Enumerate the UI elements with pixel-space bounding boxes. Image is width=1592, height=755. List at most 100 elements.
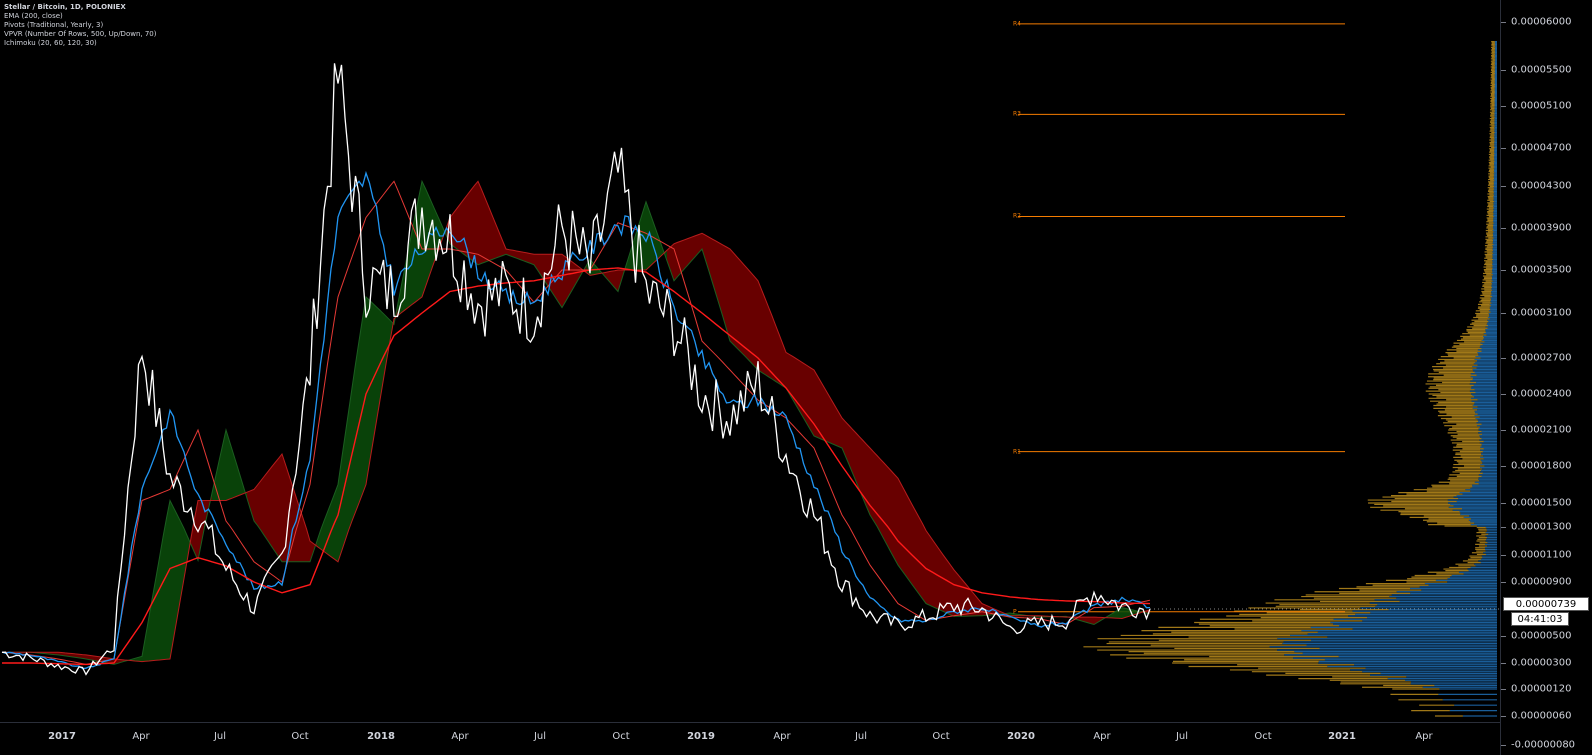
ichimoku-cloud-segment	[163, 518, 167, 660]
price-tick-label: 0.00005100	[1511, 100, 1572, 112]
ichimoku-cloud-segment	[733, 252, 737, 349]
ichimoku-cloud-segment	[481, 189, 485, 264]
time-tick-label: Oct	[932, 731, 950, 742]
pivot-label: R4	[1013, 20, 1021, 28]
ichimoku-cloud-segment	[768, 306, 772, 379]
ichimoku-cloud-segment	[922, 523, 926, 604]
ichimoku-cloud-segment	[681, 239, 685, 273]
time-axis[interactable]: 2017 Apr Jul Oct 2018 Apr Jul Oct 2019 Apr Jul Oct 2…	[0, 722, 1500, 755]
pivot-label: P	[1013, 608, 1017, 616]
ichimoku-cloud-segment	[884, 463, 888, 546]
ichimoku-cloud-segment	[887, 466, 891, 553]
ichimoku-cloud-segment	[807, 365, 811, 430]
ichimoku-cloud-segment	[856, 433, 860, 490]
ichimoku-cloud-segment	[723, 245, 727, 330]
price-plot[interactable]	[0, 0, 1500, 722]
chart-pane[interactable]: Stellar / Bitcoin, 1D, POLONIEX EMA (200…	[0, 0, 1500, 722]
ichimoku-cloud-segment	[831, 400, 835, 445]
ichimoku-cloud-segment	[901, 484, 905, 575]
ichimoku-cloud-segment	[905, 491, 909, 580]
price-tick	[1501, 358, 1506, 359]
ichimoku-cloud-segment	[747, 268, 751, 363]
price-tick-label: 0.00001500	[1511, 497, 1572, 509]
price-tick	[1501, 430, 1506, 431]
price-tick-label: 0.00001800	[1511, 460, 1572, 472]
ichimoku-cloud-segment	[478, 181, 482, 265]
price-tick	[1501, 394, 1506, 395]
ichimoku-cloud-segment	[947, 560, 951, 615]
ichimoku-cloud-segment	[558, 254, 562, 308]
ichimoku-cloud-segment	[880, 459, 884, 540]
ichimoku-cloud-segment	[457, 203, 461, 252]
ichimoku-cloud-segment	[926, 530, 930, 606]
price-axis[interactable]: 0.00006000 0.00005500 0.00005100 0.00004700…	[1500, 0, 1592, 755]
time-tick-label: Apr	[132, 731, 150, 742]
bar-countdown-badge: 04:41:03	[1511, 612, 1569, 626]
price-tick-label: 0.00002700	[1511, 352, 1572, 364]
ichimoku-cloud-segment	[471, 185, 475, 263]
price-tick-label: 0.00001100	[1511, 549, 1572, 561]
ichimoku-cloud-segment	[898, 478, 902, 570]
indicator-ema[interactable]: EMA (200, close)	[4, 12, 156, 21]
ichimoku-cloud-segment	[166, 500, 170, 660]
price-tick-label: 0.00006000	[1511, 16, 1572, 28]
time-tick-label: Oct	[1254, 731, 1272, 742]
price-tick-label: 0.00000300	[1511, 657, 1572, 669]
ichimoku-cloud-segment	[474, 181, 478, 265]
time-tick-label: 2020	[1007, 731, 1035, 742]
ichimoku-cloud-segment	[254, 484, 258, 526]
price-tick	[1501, 716, 1506, 717]
ichimoku-cloud-segment	[824, 388, 828, 442]
indicator-pivots[interactable]: Pivots (Traditional, Yearly, 3)	[4, 21, 156, 30]
price-tick-label: 0.00003500	[1511, 264, 1572, 276]
indicator-ichimoku[interactable]: Ichimoku (20, 60, 120, 30)	[4, 39, 156, 48]
ichimoku-cloud-segment	[821, 382, 825, 441]
ichimoku-cloud-segment	[677, 241, 681, 277]
ichimoku-cloud-segment	[894, 474, 898, 566]
ichimoku-cloud-segment	[737, 256, 741, 352]
ichimoku-cloud-segment	[684, 238, 688, 269]
ichimoku-cloud-segment	[919, 517, 923, 599]
pivot-label: R2	[1013, 212, 1021, 220]
ichimoku-cloud-segment	[810, 367, 814, 436]
price-tick-label: 0.00005500	[1511, 64, 1572, 76]
time-tick-label: Apr	[773, 731, 791, 742]
ichimoku-cloud-segment	[891, 470, 895, 559]
ichimoku-cloud-segment	[765, 298, 769, 377]
ichimoku-cloud-segment	[912, 504, 916, 590]
price-tick	[1501, 689, 1506, 690]
ichimoku-cloud-segment	[572, 262, 576, 290]
ichimoku-cloud-segment	[688, 237, 692, 265]
ichimoku-cloud-segment	[271, 462, 275, 552]
time-tick-label: Apr	[1093, 731, 1111, 742]
indicator-vpvr[interactable]: VPVR (Number Of Rows, 500, Up/Down, 70)	[4, 30, 156, 39]
ichimoku-cloud-segment	[772, 315, 776, 382]
ichimoku-cloud-segment	[730, 249, 734, 345]
ichimoku-cloud-segment	[310, 541, 314, 562]
price-tick	[1501, 555, 1506, 556]
ichimoku-cloud-segment	[467, 189, 471, 260]
time-tick-label: 2018	[367, 731, 395, 742]
price-tick-label: -0.00000080	[1511, 739, 1576, 751]
ichimoku-cloud-segment	[261, 476, 265, 536]
price-tick	[1501, 582, 1506, 583]
price-tick	[1501, 636, 1506, 637]
price-tick	[1501, 745, 1506, 746]
price-tick-label: 0.00004300	[1511, 180, 1572, 192]
ichimoku-cloud-segment	[429, 196, 433, 277]
ichimoku-cloud-segment	[726, 247, 730, 342]
time-tick-label: Oct	[612, 731, 630, 742]
ichimoku-cloud-segment	[278, 454, 282, 562]
symbol-title[interactable]: Stellar / Bitcoin, 1D, POLONIEX	[4, 3, 156, 12]
price-tick-label: 0.00000120	[1511, 683, 1572, 695]
price-tick	[1501, 313, 1506, 314]
ichimoku-cloud-segment	[915, 510, 919, 594]
price-tick	[1501, 466, 1506, 467]
ichimoku-cloud-segment	[485, 197, 489, 263]
time-tick-label: Apr	[1415, 731, 1433, 742]
time-tick-label: Oct	[291, 731, 309, 742]
ichimoku-cloud-segment	[257, 480, 261, 531]
ichimoku-cloud-segment	[264, 471, 268, 541]
price-tick	[1501, 186, 1506, 187]
ichimoku-cloud-segment	[744, 264, 748, 359]
